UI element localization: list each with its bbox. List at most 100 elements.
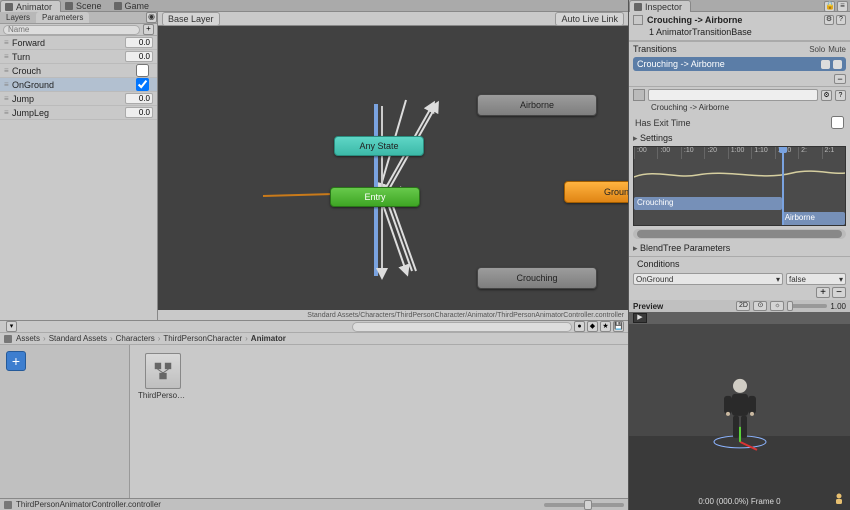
search-filter-label[interactable]: ★: [600, 321, 611, 332]
breadcrumb: Assets› Standard Assets› Characters› Thi…: [0, 333, 628, 345]
search-filter-all[interactable]: ●: [574, 321, 585, 332]
project-add-button[interactable]: +: [6, 351, 26, 371]
tab-game-label: Game: [125, 1, 150, 11]
state-node-anystate[interactable]: Any State: [334, 136, 424, 156]
param-row-forward[interactable]: ≡Forward: [0, 36, 157, 50]
avatar-gizmo-icon[interactable]: [832, 492, 846, 506]
breadcrumb-1[interactable]: Standard Assets: [49, 334, 107, 343]
asset-thirdperson-controller[interactable]: ThirdPerson...: [138, 353, 188, 400]
conditions-heading: Conditions: [637, 259, 680, 269]
parameter-search-input[interactable]: [3, 25, 140, 35]
param-value-jump[interactable]: [125, 93, 153, 104]
preview-panel: Preview 2D ⊙ ☼ 1.00 ▶: [629, 300, 850, 510]
tab-animator[interactable]: Animator: [0, 0, 61, 12]
preview-speed-slider[interactable]: [787, 304, 827, 308]
tab-scene[interactable]: Scene: [61, 0, 110, 12]
state-node-airborne[interactable]: Airborne: [477, 94, 597, 116]
search-save[interactable]: 💾: [613, 321, 624, 332]
tab-inspector-label: Inspector: [645, 2, 682, 12]
preview-light-icon[interactable]: ☼: [770, 301, 784, 311]
inspector-header: Crouching -> Airborne ⚙? 1 AnimatorTransi…: [629, 12, 850, 41]
inspector-icon: [634, 3, 642, 11]
eye-toggle-button[interactable]: ◉: [146, 12, 157, 23]
mute-col-label: Mute: [828, 45, 846, 54]
solo-checkbox[interactable]: [821, 60, 830, 69]
param-row-jumpleg[interactable]: ≡JumpLeg: [0, 106, 157, 120]
state-node-entry[interactable]: Entry: [330, 187, 420, 207]
state-node-grounded[interactable]: Grounded: [564, 181, 628, 203]
inspector-title: Crouching -> Airborne: [647, 15, 742, 25]
preview-viewport[interactable]: 0:00 (000.0%) Frame 0: [629, 324, 850, 510]
param-value-forward[interactable]: [125, 37, 153, 48]
param-row-crouch[interactable]: ≡Crouch: [0, 64, 157, 78]
slider-thumb[interactable]: [584, 500, 592, 510]
preview-pivot-icon[interactable]: ⊙: [753, 301, 767, 311]
transition-help-icon[interactable]: ?: [835, 90, 846, 101]
animator-controller-icon: [145, 353, 181, 389]
param-value-turn[interactable]: [125, 51, 153, 62]
param-value-jumpleg[interactable]: [125, 107, 153, 118]
window-tabs: Animator Scene Game: [0, 0, 628, 12]
thumbnail-size-slider[interactable]: [544, 503, 624, 507]
animator-graph[interactable]: Base Layer Auto Live Link: [158, 12, 628, 320]
blendtree-foldout[interactable]: BlendTree Parameters: [629, 241, 850, 256]
transition-timeline[interactable]: :00 :00 :10 :20 1:00 1:10 1:20 2: 2:1 Cr…: [633, 146, 846, 226]
has-exit-time-label: Has Exit Time: [635, 118, 831, 128]
transition-list-item[interactable]: Crouching -> Airborne: [633, 57, 846, 71]
tab-game[interactable]: Game: [110, 0, 158, 12]
project-grid[interactable]: ThirdPerson...: [130, 345, 628, 498]
create-dropdown[interactable]: ▾: [6, 321, 17, 332]
subtab-parameters[interactable]: Parameters: [36, 12, 89, 23]
transition-name-input[interactable]: [648, 89, 818, 101]
has-exit-time-checkbox[interactable]: [831, 116, 844, 129]
project-toolbar: ▾ ● ◆ ★ 💾: [0, 321, 628, 333]
transition-toggle-checkbox[interactable]: [633, 15, 643, 25]
subtab-layers[interactable]: Layers: [0, 12, 36, 23]
add-condition-button[interactable]: +: [816, 287, 830, 298]
auto-live-link-toggle[interactable]: Auto Live Link: [555, 12, 624, 26]
param-row-onground[interactable]: ≡OnGround: [0, 78, 157, 92]
solo-col-label: Solo: [809, 45, 825, 54]
timeline-scrollbar[interactable]: [633, 229, 846, 239]
add-parameter-button[interactable]: +: [143, 24, 154, 35]
timeline-playhead[interactable]: [782, 147, 784, 225]
game-icon: [114, 2, 122, 10]
timeline-ruler: :00 :00 :10 :20 1:00 1:10 1:20 2: 2:1: [634, 147, 845, 159]
remove-transition-button[interactable]: −: [834, 74, 846, 84]
condition-param-dropdown[interactable]: OnGround▾: [633, 273, 783, 285]
condition-value-dropdown[interactable]: false▾: [786, 273, 846, 285]
mute-checkbox[interactable]: [833, 60, 842, 69]
project-search-input[interactable]: [352, 322, 572, 332]
preview-play-button[interactable]: ▶: [633, 313, 647, 323]
param-row-jump[interactable]: ≡Jump: [0, 92, 157, 106]
timeline-bar-source[interactable]: Crouching: [634, 197, 782, 210]
animator-icon: [5, 3, 13, 11]
preview-2d-toggle[interactable]: 2D: [736, 301, 750, 311]
state-node-crouching[interactable]: Crouching: [477, 267, 597, 289]
timeline-scroll-thumb[interactable]: [637, 230, 841, 238]
tab-inspector[interactable]: Inspector: [629, 0, 691, 12]
settings-foldout[interactable]: Settings: [629, 131, 850, 146]
remove-condition-button[interactable]: −: [832, 287, 846, 298]
transition-settings-icon[interactable]: ⚙: [821, 90, 832, 101]
base-layer-breadcrumb[interactable]: Base Layer: [162, 12, 220, 26]
settings-icon[interactable]: ⚙: [824, 15, 834, 25]
breadcrumb-assets[interactable]: Assets: [16, 334, 40, 343]
preview-speed-value: 1.00: [830, 302, 846, 311]
graph-footer-path: Standard Assets/Characters/ThirdPersonCh…: [158, 310, 628, 320]
inspector-menu[interactable]: ≡: [837, 1, 848, 12]
project-status-bar: ThirdPersonAnimatorController.controller: [0, 498, 628, 510]
param-row-turn[interactable]: ≡Turn: [0, 50, 157, 64]
inspector-lock[interactable]: 🔒: [824, 1, 835, 12]
breadcrumb-4[interactable]: Animator: [251, 334, 286, 343]
search-filter-type[interactable]: ◆: [587, 321, 598, 332]
help-icon[interactable]: ?: [836, 15, 846, 25]
status-file-label: ThirdPersonAnimatorController.controller: [16, 500, 161, 509]
breadcrumb-3[interactable]: ThirdPersonCharacter: [163, 334, 242, 343]
breadcrumb-2[interactable]: Characters: [116, 334, 155, 343]
param-check-onground[interactable]: [136, 78, 149, 91]
tab-animator-label: Animator: [16, 2, 52, 12]
inspector-subtitle: 1 AnimatorTransitionBase: [649, 27, 752, 37]
param-check-crouch[interactable]: [136, 64, 149, 77]
timeline-bar-dest[interactable]: Airborne: [782, 212, 845, 225]
